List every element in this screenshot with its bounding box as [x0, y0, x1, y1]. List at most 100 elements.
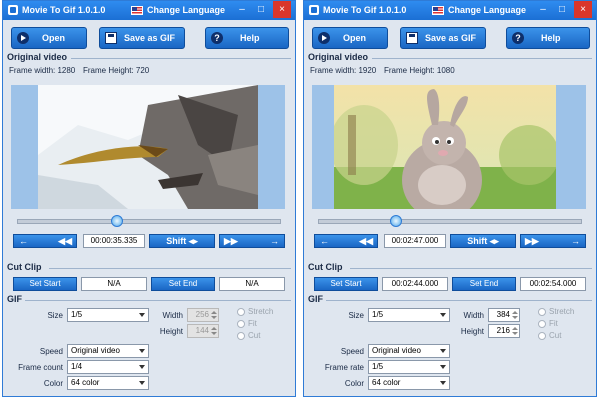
stretch-radio[interactable]: [237, 308, 245, 316]
timeline-slider-thumb[interactable]: [390, 215, 402, 227]
fit-label: Fit: [248, 319, 257, 328]
height-spinner[interactable]: 144: [187, 324, 219, 338]
color-label: Color: [344, 379, 364, 388]
size-dropdown[interactable]: 1/5: [368, 308, 450, 322]
timeline-slider[interactable]: [318, 215, 582, 227]
next-frame-button[interactable]: ▶▶ →: [520, 234, 586, 248]
change-language-menu[interactable]: Change Language: [448, 5, 526, 15]
previous-frame-button[interactable]: ← ◀◀: [13, 234, 77, 248]
cut-radio[interactable]: [538, 332, 546, 340]
speed-label: Speed: [340, 347, 364, 356]
flag-icon[interactable]: [432, 6, 444, 15]
frame-height-text: Frame Height: 720: [83, 66, 150, 75]
save-as-gif-button[interactable]: Save as GIF: [400, 27, 486, 49]
close-icon[interactable]: ×: [273, 1, 291, 18]
minimize-icon[interactable]: –: [534, 1, 552, 18]
help-icon: ?: [512, 32, 524, 44]
spin-up-icon[interactable]: [512, 327, 518, 330]
clip-end-field[interactable]: N/A: [219, 277, 285, 291]
size-label: Size: [348, 311, 364, 320]
fit-radio[interactable]: [237, 320, 245, 328]
open-button[interactable]: Open: [312, 27, 388, 49]
size-value: 1/5: [71, 310, 83, 319]
title-bar: Movie To Gif 1.0.1.0 Change Language – □…: [304, 1, 596, 20]
timeline-slider[interactable]: [17, 215, 281, 227]
set-start-button[interactable]: Set Start: [13, 277, 77, 291]
spin-up-icon[interactable]: [512, 311, 518, 314]
divider: [49, 268, 291, 269]
next-frame-button[interactable]: ▶▶ →: [219, 234, 285, 248]
original-video-heading: Original video: [308, 52, 369, 62]
save-label: Save as GIF: [425, 33, 477, 43]
frame-rate-dropdown[interactable]: 1/5: [368, 360, 450, 374]
rewind-icon: ◀◀: [58, 236, 72, 246]
color-value: 64 color: [372, 378, 401, 387]
fast-forward-icon: ▶▶: [224, 236, 238, 246]
speed-dropdown[interactable]: Original video: [67, 344, 149, 358]
divider: [372, 58, 592, 59]
open-label: Open: [42, 33, 66, 43]
cut-radio[interactable]: [237, 332, 245, 340]
maximize-icon[interactable]: □: [252, 1, 270, 18]
chevron-down-icon: [139, 381, 145, 385]
spin-up-icon[interactable]: [211, 311, 217, 314]
width-value: 384: [496, 310, 510, 319]
spin-down-icon[interactable]: [211, 332, 217, 335]
maximize-icon[interactable]: □: [553, 1, 571, 18]
minimize-icon[interactable]: –: [233, 1, 251, 18]
current-time-field[interactable]: 00:00:35.335: [83, 234, 145, 248]
speed-label: Speed: [39, 347, 63, 356]
close-icon[interactable]: ×: [574, 1, 592, 18]
fast-forward-icon: ▶▶: [525, 236, 539, 246]
timeline-slider-thumb[interactable]: [111, 215, 123, 227]
fit-radio[interactable]: [538, 320, 546, 328]
shift-button[interactable]: Shift ◂▸: [149, 234, 215, 248]
color-label: Color: [43, 379, 63, 388]
frame-count-dropdown[interactable]: 1/4: [67, 360, 149, 374]
width-spinner[interactable]: 384: [488, 308, 520, 322]
set-end-button[interactable]: Set End: [151, 277, 215, 291]
save-as-gif-button[interactable]: Save as GIF: [99, 27, 185, 49]
save-label: Save as GIF: [124, 33, 176, 43]
help-label: Help: [541, 33, 561, 43]
set-start-button[interactable]: Set Start: [314, 277, 378, 291]
change-language-menu[interactable]: Change Language: [147, 5, 225, 15]
gif-heading: GIF: [7, 294, 22, 304]
clip-start-field[interactable]: N/A: [81, 277, 147, 291]
flag-icon[interactable]: [131, 6, 143, 15]
current-time-field[interactable]: 00:02:47.000: [384, 234, 446, 248]
set-end-button[interactable]: Set End: [452, 277, 516, 291]
speed-dropdown[interactable]: Original video: [368, 344, 450, 358]
clip-end-field[interactable]: 00:02:54.000: [520, 277, 586, 291]
help-button[interactable]: ? Help: [506, 27, 590, 49]
play-icon: [17, 32, 29, 44]
color-dropdown[interactable]: 64 color: [368, 376, 450, 390]
height-spinner[interactable]: 216: [488, 324, 520, 338]
help-button[interactable]: ? Help: [205, 27, 289, 49]
app-icon: [309, 5, 319, 15]
spin-down-icon[interactable]: [512, 316, 518, 319]
stretch-radio[interactable]: [538, 308, 546, 316]
frame-height-text: Frame Height: 1080: [384, 66, 455, 75]
open-label: Open: [343, 33, 367, 43]
open-button[interactable]: Open: [11, 27, 87, 49]
divider: [25, 300, 291, 301]
height-label: Height: [460, 327, 484, 336]
original-video-heading: Original video: [7, 52, 68, 62]
fit-label: Fit: [549, 319, 558, 328]
cut-clip-heading: Cut Clip: [308, 262, 343, 272]
help-label: Help: [240, 33, 260, 43]
spin-down-icon[interactable]: [211, 316, 217, 319]
width-spinner[interactable]: 256: [187, 308, 219, 322]
previous-frame-button[interactable]: ← ◀◀: [314, 234, 378, 248]
divider: [71, 58, 291, 59]
width-value: 256: [195, 310, 209, 319]
clip-start-field[interactable]: 00:02:44.000: [382, 277, 448, 291]
color-dropdown[interactable]: 64 color: [67, 376, 149, 390]
window-title: Movie To Gif 1.0.1.0: [22, 5, 106, 15]
shift-button[interactable]: Shift ◂▸: [450, 234, 516, 248]
spin-up-icon[interactable]: [211, 327, 217, 330]
size-dropdown[interactable]: 1/5: [67, 308, 149, 322]
spin-down-icon[interactable]: [512, 332, 518, 335]
rewind-icon: ◀◀: [359, 236, 373, 246]
